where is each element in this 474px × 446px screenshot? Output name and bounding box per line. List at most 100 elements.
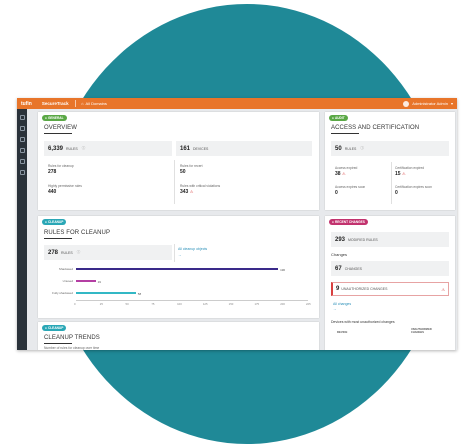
audit-title-rule xyxy=(331,133,359,134)
x-axis-tick-label: 225 xyxy=(306,302,311,306)
overview-devices-label: DEVICES xyxy=(193,146,209,151)
cleanup-objects-link[interactable]: All cleanup objects xyxy=(178,247,207,251)
bar-label: Shadowed xyxy=(58,267,73,271)
bar[interactable] xyxy=(76,280,96,282)
audit-tag: ● AUDIT xyxy=(329,115,348,121)
critical-violations-value-wrap[interactable]: 343 ⚠ xyxy=(180,189,193,195)
audit-title: ACCESS AND CERTIFICATION xyxy=(331,125,420,131)
arrow-right-icon[interactable]: → xyxy=(333,307,337,311)
x-axis-tick-label: 200 xyxy=(280,302,285,306)
critical-violations-label: Rules with critical violations xyxy=(180,184,221,188)
trends-subtitle: Number of rules for cleanup over time xyxy=(44,346,100,350)
modified-rules-label: MODIFIED RULES xyxy=(348,237,378,242)
chevron-down-icon: ▾ xyxy=(450,101,453,106)
trends-tag-icon: ● xyxy=(45,326,47,330)
dashboard-icon[interactable] xyxy=(19,115,25,120)
bar[interactable] xyxy=(76,292,136,294)
bar-value-label: 58 xyxy=(137,291,142,296)
x-axis-tick-label: 75 xyxy=(151,302,155,306)
access-soon-label: Access expires soon xyxy=(335,185,366,189)
access-soon-value[interactable]: 0 xyxy=(335,190,338,196)
audit-rules-value: 50 xyxy=(335,145,342,152)
recent-changes-tag: ● RECENT CHANGES xyxy=(329,219,368,225)
warning-icon: ⚠ xyxy=(341,171,346,176)
col-header-unauthorized: UNAUTHORIZED CHANGES xyxy=(411,328,432,334)
x-axis-tick-label: 150 xyxy=(228,302,234,306)
bar-label: Unused xyxy=(62,279,73,283)
devices-most-unauth-heading: Devices with most unauthorized changes xyxy=(331,320,395,324)
x-axis-tick-label: 25 xyxy=(99,302,103,306)
audit-divider xyxy=(391,162,392,204)
user-menu[interactable]: Administrator Admin ▾ xyxy=(403,100,453,107)
overview-rules-stat[interactable]: 6,339 RULES ⓘ xyxy=(44,141,172,156)
app-window: tufin SecureTrack ⌂ All Domains Administ… xyxy=(17,98,457,350)
trends-title-rule xyxy=(44,343,72,344)
bar-value-label: 196 xyxy=(280,267,286,272)
trends-title: CLEANUP TRENDS xyxy=(44,335,100,341)
cleanup-rules-label: RULES xyxy=(61,250,73,255)
highly-permissive-value[interactable]: 440 xyxy=(48,189,56,195)
critical-violations-value: 343 xyxy=(180,189,189,195)
col-header-device: DEVICE xyxy=(337,330,348,334)
access-expired-value-wrap[interactable]: 38 ⚠ xyxy=(335,171,346,177)
changes-stat[interactable]: 67 CHANGES xyxy=(331,261,449,276)
arrow-right-icon[interactable]: → xyxy=(178,253,182,257)
x-axis-tick-label: 50 xyxy=(125,302,129,306)
devices-icon[interactable] xyxy=(19,126,25,131)
warning-icon: ⚠ xyxy=(441,286,445,292)
modified-rules-stat[interactable]: 293 MODIFIED RULES xyxy=(331,232,449,247)
cert-expired-value-wrap[interactable]: 15 ⚠ xyxy=(395,171,406,177)
overview-rules-label: RULES xyxy=(66,146,78,151)
rules-icon[interactable] xyxy=(19,137,25,142)
audit-tag-label: AUDIT xyxy=(334,116,345,120)
settings-icon[interactable] xyxy=(19,170,25,175)
unauthorized-changes-stat[interactable]: 9 UNAUTHORIZED CHANGES ⚠ xyxy=(331,282,449,296)
cleanup-tag: ● CLEANUP xyxy=(42,219,67,225)
x-axis-line xyxy=(76,300,308,301)
recent-changes-card: ● RECENT CHANGES 293 MODIFIED RULES Chan… xyxy=(325,216,455,350)
changes-icon[interactable] xyxy=(19,148,25,153)
top-bar: tufin SecureTrack ⌂ All Domains Administ… xyxy=(17,98,457,109)
overview-divider xyxy=(174,160,175,204)
x-axis-tick-label: 0 xyxy=(74,302,76,306)
cleanup-rules-stat[interactable]: 278 RULES ⓘ xyxy=(44,245,172,260)
tufin-logo[interactable]: tufin xyxy=(21,101,32,107)
x-axis-tick-label: 175 xyxy=(254,302,260,306)
audit-rules-stat[interactable]: 50 RULES ⓘ xyxy=(331,141,449,156)
unauthorized-changes-value: 9 xyxy=(336,286,340,292)
info-icon: ⓘ xyxy=(76,250,81,254)
warning-icon: ⚠ xyxy=(401,171,406,176)
overview-card: ● GENERAL OVERVIEW 6,339 RULES ⓘ 161 DEV… xyxy=(38,112,319,210)
trends-card: ● CLEANUP CLEANUP TRENDS Number of rules… xyxy=(38,322,319,350)
cert-soon-value[interactable]: 0 xyxy=(395,190,398,196)
rules-recert-label: Rules for recert xyxy=(180,164,203,168)
topbar-separator xyxy=(74,100,76,107)
info-icon: ⓘ xyxy=(81,146,86,150)
bar[interactable] xyxy=(76,268,279,270)
overview-devices-stat[interactable]: 161 DEVICES xyxy=(176,141,312,156)
cleanup-title: RULES FOR CLEANUP xyxy=(44,230,111,236)
marketing-stage: tufin SecureTrack ⌂ All Domains Administ… xyxy=(0,0,474,446)
all-changes-link[interactable]: All changes xyxy=(333,302,351,306)
cleanup-title-rule xyxy=(44,238,72,239)
x-axis-tick-label: 100 xyxy=(177,302,182,306)
reports-icon[interactable] xyxy=(19,159,25,164)
cleanup-tag-icon: ● xyxy=(45,220,47,224)
cert-expired-value: 15 xyxy=(395,171,401,177)
access-expired-value: 38 xyxy=(335,171,341,177)
cleanup-rules-value: 278 xyxy=(48,249,59,256)
overview-title: OVERVIEW xyxy=(44,125,78,131)
recent-changes-tag-label: RECENT CHANGES xyxy=(334,220,365,224)
recent-changes-tag-icon: ● xyxy=(332,220,334,224)
overview-rules-value: 6,339 xyxy=(48,145,64,152)
cleanup-tag-label: CLEANUP xyxy=(47,220,64,224)
rules-cleanup-value[interactable]: 278 xyxy=(48,169,56,175)
domain-label: All Domains xyxy=(85,101,107,106)
sidebar xyxy=(17,109,27,350)
changes-label: CHANGES xyxy=(344,266,362,271)
rules-cleanup-label: Rules for cleanup xyxy=(48,164,74,168)
changes-heading: Changes xyxy=(331,252,348,257)
rules-recert-value[interactable]: 50 xyxy=(180,169,186,175)
domain-icon: ⌂ xyxy=(81,101,84,106)
domain-selector[interactable]: ⌂ All Domains xyxy=(81,101,107,106)
